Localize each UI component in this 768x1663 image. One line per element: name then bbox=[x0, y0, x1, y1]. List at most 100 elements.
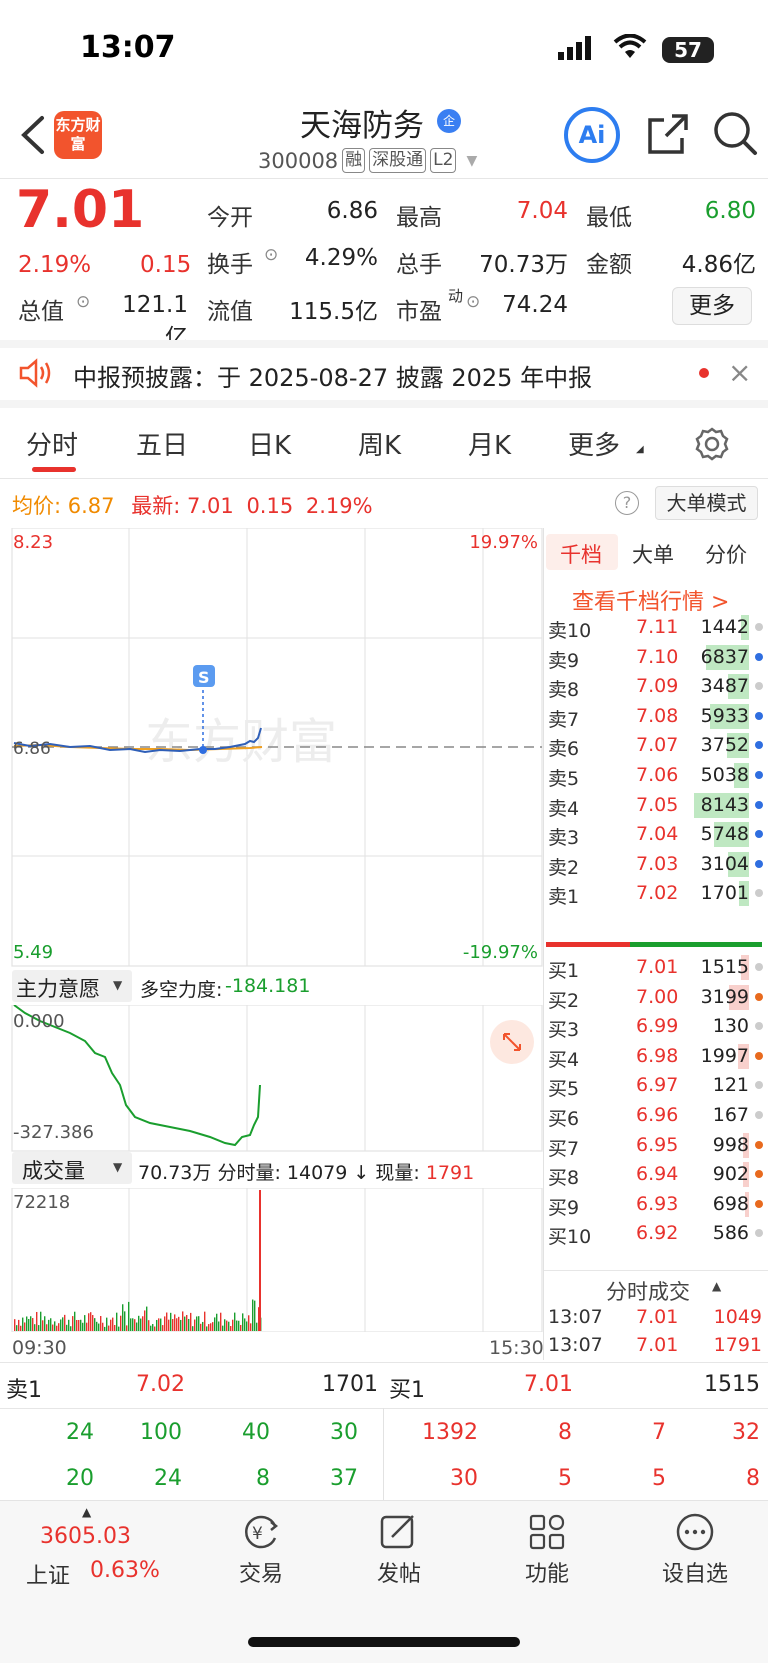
volume-bar bbox=[36, 1311, 38, 1331]
large-order-mode-button[interactable]: 大单模式 bbox=[655, 486, 758, 520]
chart-pct-max: 19.97% bbox=[469, 532, 538, 553]
volume-selector[interactable]: 成交量 ▼ bbox=[12, 1152, 132, 1184]
tab-monthly-k[interactable]: 月K bbox=[468, 425, 511, 462]
volume-label: 总手 bbox=[396, 252, 442, 278]
volume-bar bbox=[150, 1325, 152, 1331]
sell-level-row[interactable]: 卖1 7.02 1701 bbox=[548, 878, 763, 909]
sell-level-row[interactable]: 卖7 7.08 5933 bbox=[548, 701, 763, 732]
notice-text[interactable]: 中报预披露：于 2025-08-27 披露 2025 年中报 bbox=[73, 358, 592, 393]
pe-type: 动 bbox=[448, 287, 464, 305]
level-price: 6.96 bbox=[636, 1104, 679, 1126]
tab-price-distribution[interactable]: 分价 bbox=[705, 539, 747, 569]
sell-level-row[interactable]: 卖8 7.09 3487 bbox=[548, 671, 763, 702]
volume-bar bbox=[152, 1324, 154, 1331]
ticks-title[interactable]: 分时成交 bbox=[606, 1276, 690, 1306]
index-name[interactable]: 上证 bbox=[26, 1558, 70, 1590]
buy-level-row[interactable]: 买6 6.96 167 bbox=[548, 1100, 763, 1131]
indicator-selector[interactable]: 主力意愿 ▼ bbox=[12, 970, 132, 1002]
nav-functions[interactable]: 功能 bbox=[512, 1512, 582, 1588]
latest-value: 7.01 bbox=[186, 494, 234, 518]
minute-volume-label: 分时量: bbox=[217, 1162, 281, 1184]
volume-bar bbox=[226, 1320, 228, 1331]
book-ratio-buy bbox=[630, 942, 762, 947]
volume-summary: 70.73万 分时量: 14079 ↓ 现量: 1791 bbox=[138, 1158, 474, 1185]
buy-level-row[interactable]: 买8 6.94 902 bbox=[548, 1159, 763, 1190]
summary-sell-label: 卖1 bbox=[6, 1378, 42, 1403]
buy-level-row[interactable]: 买5 6.97 121 bbox=[548, 1070, 763, 1101]
tab-large-orders[interactable]: 大单 bbox=[632, 539, 674, 569]
share-icon[interactable] bbox=[646, 112, 690, 160]
trade-icon: ¥ bbox=[226, 1512, 296, 1556]
index-change[interactable]: 0.63% bbox=[90, 1558, 160, 1583]
nav-trade[interactable]: ¥ 交易 bbox=[226, 1512, 296, 1588]
sell-level-row[interactable]: 卖2 7.03 3104 bbox=[548, 849, 763, 880]
sell-level-row[interactable]: 卖9 7.10 6837 bbox=[548, 642, 763, 673]
current-price: 7.01 bbox=[16, 180, 145, 240]
volume-bar bbox=[118, 1326, 120, 1331]
tick-row: 13:07 7.01 1049 bbox=[548, 1306, 762, 1334]
more-button[interactable]: 更多 bbox=[672, 287, 752, 325]
gear-icon[interactable] bbox=[694, 426, 730, 466]
level-price: 7.00 bbox=[636, 985, 679, 1008]
level-volume: 121 bbox=[712, 1074, 749, 1097]
sell-level-row[interactable]: 卖10 7.11 1442 bbox=[548, 612, 763, 643]
sell-level-row[interactable]: 卖6 7.07 3752 bbox=[548, 730, 763, 761]
nav-add-watchlist[interactable]: 设自选 bbox=[652, 1512, 738, 1588]
price-info-row: 均价: 6.87 最新: 7.01 0.15 2.19% bbox=[12, 490, 373, 520]
queue-volume: 7 bbox=[652, 1420, 666, 1445]
nav-post[interactable]: 发帖 bbox=[364, 1512, 434, 1588]
tab-five-day[interactable]: 五日 bbox=[136, 425, 188, 462]
level-price: 7.11 bbox=[636, 616, 679, 638]
sell-level-row[interactable]: 卖5 7.06 5038 bbox=[548, 760, 763, 791]
battery-icon: 57 bbox=[662, 37, 714, 63]
buy-level-row[interactable]: 买10 6.92 586 bbox=[548, 1218, 763, 1249]
intraday-price-chart[interactable]: 东方财富 S 8.23 6.86 5.49 19.97% -19.97% bbox=[0, 528, 545, 968]
volume-bar bbox=[54, 1321, 56, 1331]
index-value[interactable]: 3605.03 bbox=[40, 1524, 131, 1549]
level-dot bbox=[755, 889, 763, 898]
info-icon[interactable]: ⊙ bbox=[264, 245, 278, 265]
volume-bar bbox=[146, 1306, 148, 1331]
more-dots-icon bbox=[652, 1512, 738, 1556]
volume-bar bbox=[122, 1304, 124, 1331]
buy-level-row[interactable]: 买2 7.00 3199 bbox=[548, 982, 763, 1013]
search-icon[interactable] bbox=[712, 110, 758, 160]
indicator-chart[interactable]: 0.000 -327.386 bbox=[0, 1005, 545, 1153]
volume-chart[interactable]: 72218 bbox=[0, 1188, 545, 1332]
tab-thousand-level[interactable]: 千档 bbox=[546, 534, 618, 570]
tab-intraday[interactable]: 分时 bbox=[26, 425, 78, 462]
volume-bar bbox=[162, 1325, 164, 1331]
level-label: 卖8 bbox=[548, 679, 580, 702]
expand-icon[interactable] bbox=[490, 1020, 534, 1064]
buy-level-row[interactable]: 买4 6.98 1997 bbox=[548, 1041, 763, 1072]
chart-watermark: 东方财富 bbox=[145, 714, 337, 770]
help-icon[interactable]: ? bbox=[615, 491, 639, 515]
queue-volume: 24 bbox=[66, 1420, 94, 1445]
level-volume: 130 bbox=[712, 1015, 749, 1038]
volume-bar bbox=[102, 1322, 104, 1331]
back-icon[interactable] bbox=[14, 110, 54, 160]
volume-bar bbox=[166, 1312, 168, 1331]
close-icon[interactable]: × bbox=[728, 356, 751, 389]
dropdown-icon[interactable]: ▼ bbox=[466, 153, 477, 169]
ai-button[interactable]: Ai bbox=[564, 107, 620, 163]
info-icon[interactable]: ⊙ bbox=[76, 292, 90, 312]
volume-bar bbox=[158, 1318, 160, 1331]
buy-level-row[interactable]: 买9 6.93 698 bbox=[548, 1189, 763, 1220]
tab-more[interactable]: 更多 bbox=[568, 425, 620, 462]
buy-level-row[interactable]: 买7 6.95 998 bbox=[548, 1130, 763, 1161]
tab-daily-k[interactable]: 日K bbox=[248, 425, 291, 462]
chart-pct-min: -19.97% bbox=[463, 942, 538, 963]
buy-level-row[interactable]: 买3 6.99 130 bbox=[548, 1011, 763, 1042]
info-icon[interactable]: ⊙ bbox=[466, 292, 480, 312]
tab-indicator bbox=[32, 467, 76, 472]
level-dot bbox=[755, 1170, 763, 1179]
sell-level-row[interactable]: 卖3 7.04 5748 bbox=[548, 819, 763, 850]
volume-bar bbox=[62, 1317, 64, 1331]
chevron-up-icon[interactable]: ▲ bbox=[82, 1505, 91, 1519]
sell-level-row[interactable]: 卖4 7.05 8143 bbox=[548, 790, 763, 821]
buy-level-row[interactable]: 买1 7.01 1515 bbox=[548, 952, 763, 983]
tab-weekly-k[interactable]: 周K bbox=[358, 425, 401, 462]
stock-code-row[interactable]: 300008 融 深股通 L2 ▼ bbox=[258, 148, 477, 173]
volume-bar bbox=[64, 1314, 66, 1331]
